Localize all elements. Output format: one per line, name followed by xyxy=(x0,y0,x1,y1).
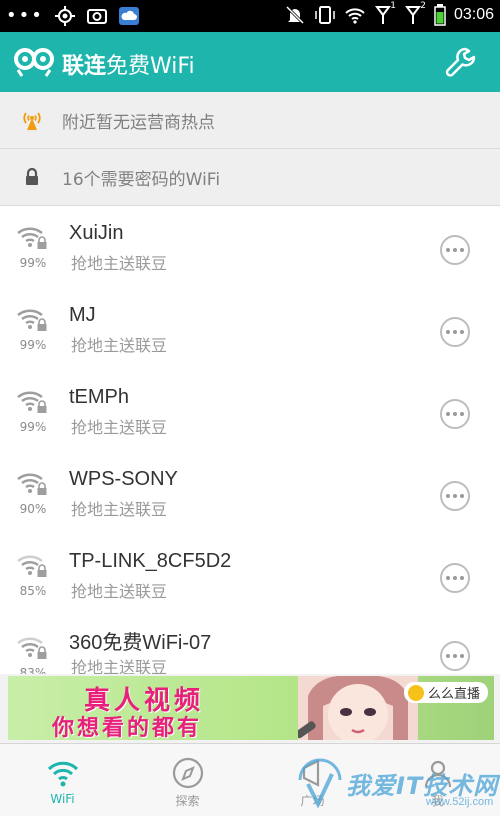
wifi-list-item[interactable]: 99% MJ 抢地主送联豆 xyxy=(0,288,500,371)
wifi-signal-locked-icon xyxy=(17,227,47,249)
clock: 03:06 xyxy=(453,6,494,23)
app-title: 联连免费WiFi xyxy=(62,54,195,79)
watermark-url: www.52ij.com xyxy=(426,796,494,808)
ad-portrait-image xyxy=(298,676,418,740)
brand-logo-icon xyxy=(407,684,424,701)
more-options-button[interactable] xyxy=(440,399,470,429)
wifi-ssid: 360免费WiFi-07 xyxy=(69,632,212,654)
more-options-button[interactable] xyxy=(440,235,470,265)
mute-icon xyxy=(285,5,305,25)
more-options-button[interactable] xyxy=(440,481,470,511)
notice-text: 附近暂无运营商热点 xyxy=(62,112,215,133)
notice-row-hotspot[interactable]: 附近暂无运营商热点 xyxy=(0,92,500,149)
more-options-button[interactable] xyxy=(440,563,470,593)
wifi-list: 99% XuiJin 抢地主送联豆 99% MJ 抢地主送联豆 99% tEMP… xyxy=(0,206,500,674)
wifi-signal-locked-icon xyxy=(17,391,47,413)
lock-icon xyxy=(26,167,38,185)
wifi-list-item[interactable]: 83% 360免费WiFi-07 抢地主送联豆 xyxy=(0,616,500,674)
wifi-icon xyxy=(47,761,79,787)
signal-strength: 90% xyxy=(19,502,47,516)
site-watermark: 我爱IT技术网 www.52ij.com xyxy=(290,748,500,815)
wifi-ssid: MJ xyxy=(69,304,96,326)
signal-sim1-icon: 1 xyxy=(374,1,396,26)
wifi-signal-locked-icon xyxy=(17,555,47,577)
tab-wifi[interactable]: WiFi xyxy=(0,744,125,816)
more-options-button[interactable] xyxy=(440,317,470,347)
status-bar: ••• 1 2 03:06 xyxy=(0,0,500,32)
settings-wrench-icon[interactable] xyxy=(444,46,478,80)
wifi-ssid: tEMPh xyxy=(69,386,130,408)
wifi-list-item[interactable]: 85% TP-LINK_8CF5D2 抢地主送联豆 xyxy=(0,534,500,617)
wifi-subtitle: 抢地主送联豆 xyxy=(71,582,168,601)
app-logo-icon xyxy=(14,48,54,77)
vibrate-icon xyxy=(315,6,335,24)
gps-icon xyxy=(54,6,75,26)
wifi-subtitle: 抢地主送联豆 xyxy=(71,254,168,273)
signal-strength: 83% xyxy=(19,666,47,674)
more-dots-icon: ••• xyxy=(6,5,44,26)
more-options-button[interactable] xyxy=(440,641,470,671)
wifi-subtitle: 抢地主送联豆 xyxy=(71,500,168,519)
wifi-ssid: XuiJin xyxy=(69,222,124,244)
wifi-signal-locked-icon xyxy=(17,473,47,495)
signal-strength: 99% xyxy=(19,256,47,270)
signal-sim2-icon: 2 xyxy=(404,1,426,26)
ad-banner[interactable]: 真人视频 你想看的都有 么么直播 xyxy=(8,676,494,740)
notice-row-password-wifi[interactable]: 16个需要密码的WiFi xyxy=(0,149,500,206)
signal-strength: 85% xyxy=(19,584,47,598)
cloud-icon xyxy=(118,7,139,25)
tab-label: WiFi xyxy=(50,792,75,806)
signal-strength: 99% xyxy=(19,338,47,352)
compass-icon xyxy=(172,757,204,789)
screenshot-icon xyxy=(86,9,107,24)
wifi-signal-locked-icon xyxy=(17,637,47,659)
ad-brand-badge: 么么直播 xyxy=(403,682,488,703)
wifi-ssid: WPS-SONY xyxy=(69,468,178,490)
wifi-subtitle: 抢地主送联豆 xyxy=(71,658,168,674)
hotspot-icon xyxy=(23,112,41,130)
tab-label: 探索 xyxy=(175,794,200,808)
signal-strength: 99% xyxy=(19,420,47,434)
battery-icon xyxy=(434,4,446,26)
wifi-ssid: TP-LINK_8CF5D2 xyxy=(69,550,232,572)
wifi-signal-locked-icon xyxy=(17,309,47,331)
wifi-list-item[interactable]: 99% XuiJin 抢地主送联豆 xyxy=(0,206,500,289)
wifi-list-item[interactable]: 99% tEMPh 抢地主送联豆 xyxy=(0,370,500,453)
wifi-status-icon xyxy=(345,8,365,24)
wifi-subtitle: 抢地主送联豆 xyxy=(71,418,168,437)
ad-tagline: 你想看的都有 xyxy=(52,716,203,740)
watermark-logo-icon xyxy=(298,758,342,809)
tab-explore[interactable]: 探索 xyxy=(125,744,250,816)
notice-text: 16个需要密码的WiFi xyxy=(62,169,221,190)
app-header: 联连免费WiFi xyxy=(0,32,500,92)
wifi-list-item[interactable]: 90% WPS-SONY 抢地主送联豆 xyxy=(0,452,500,535)
wifi-subtitle: 抢地主送联豆 xyxy=(71,336,168,355)
